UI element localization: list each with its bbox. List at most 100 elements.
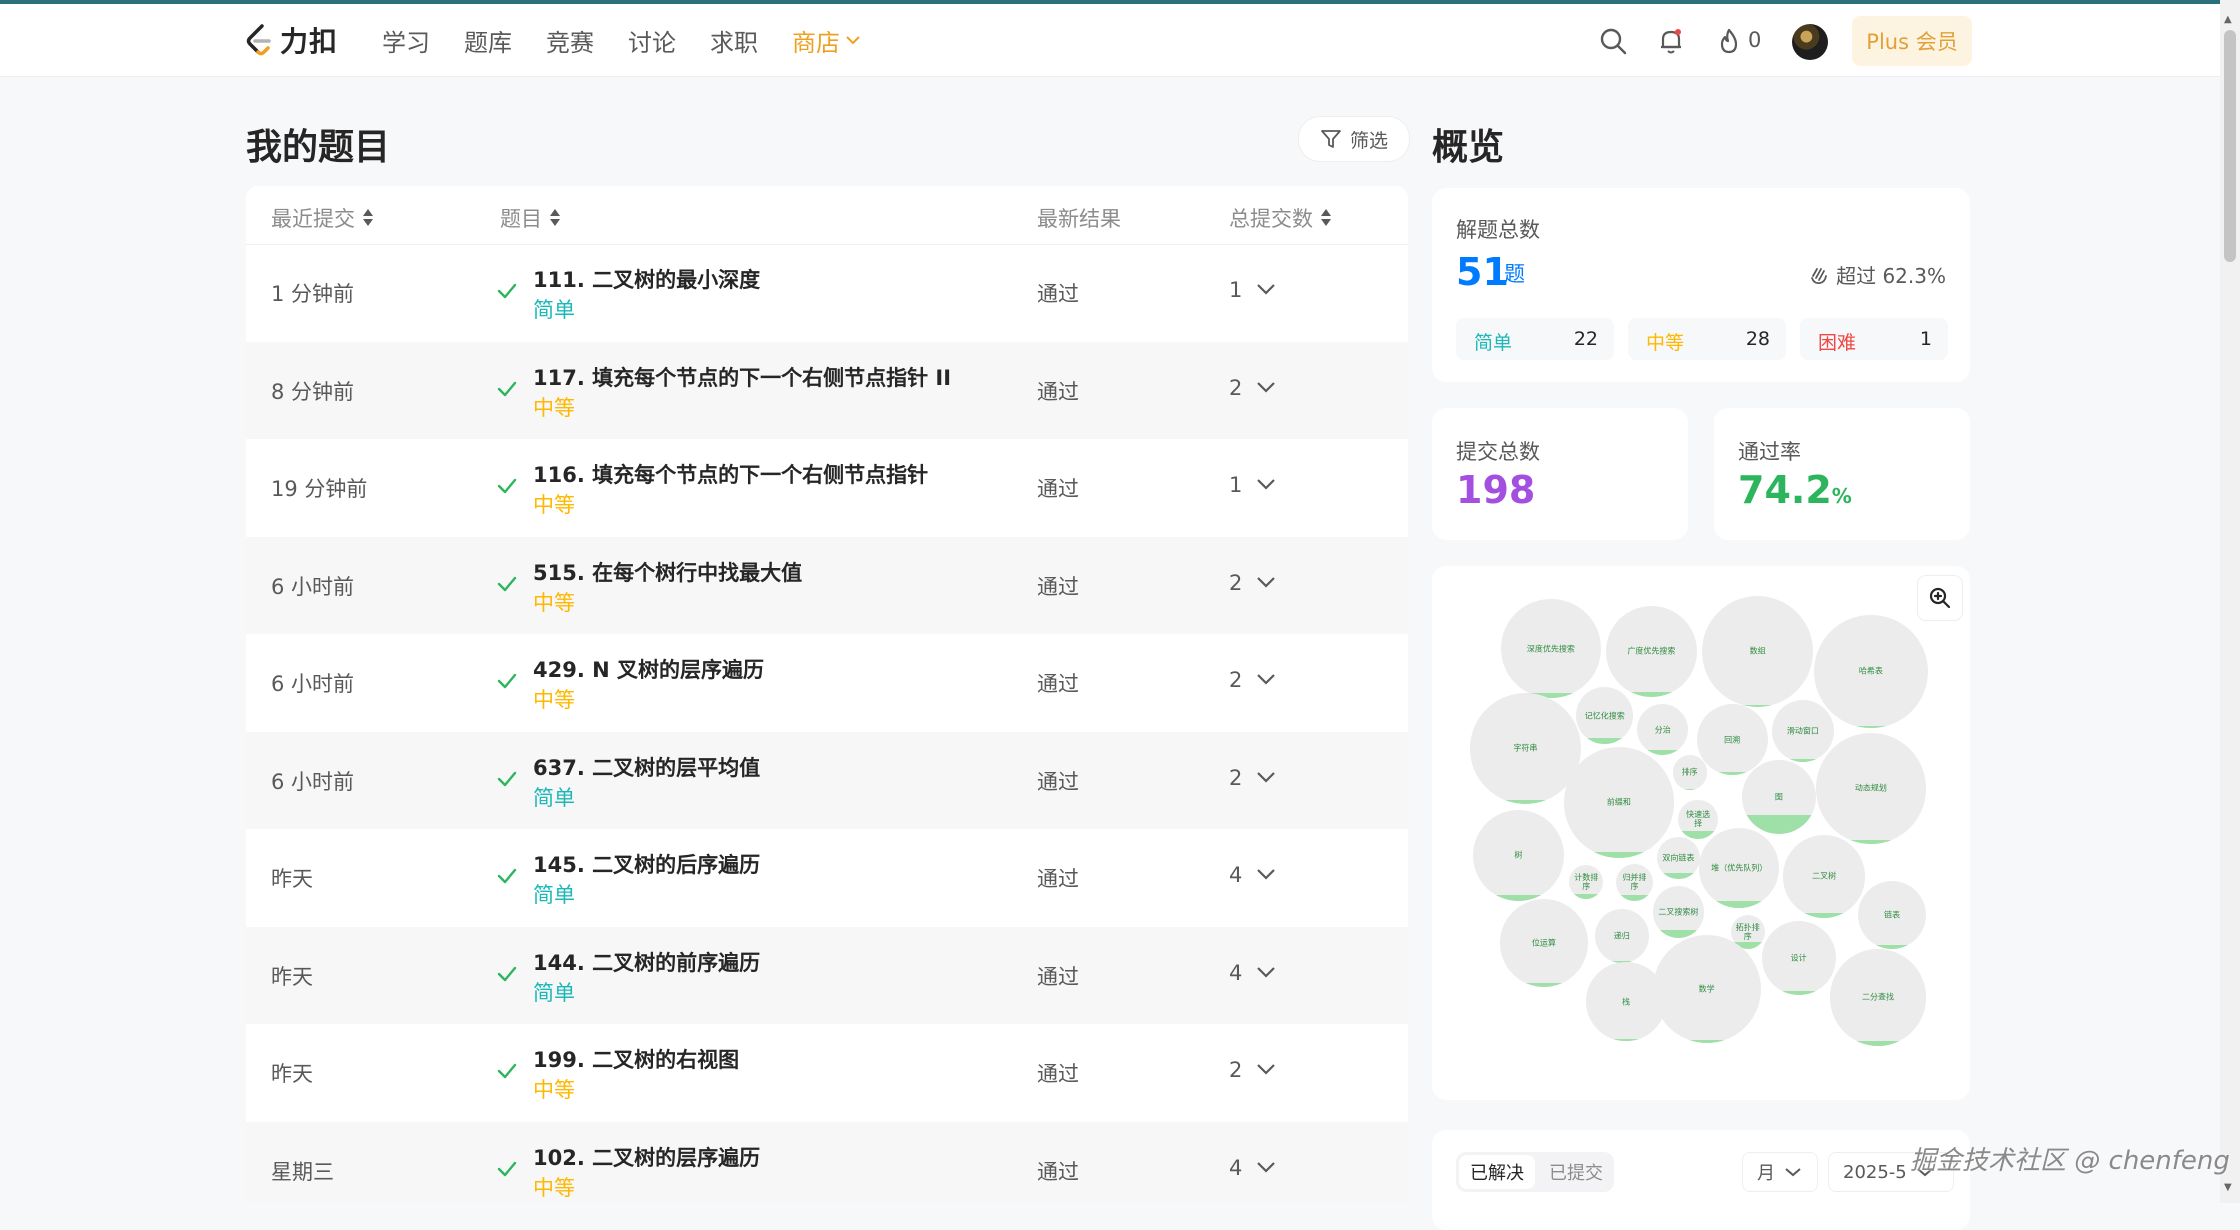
table-row[interactable]: 8 分钟前 117. 填充每个节点的下一个右侧节点指针 II 中等 通过 2 [246, 341, 1408, 439]
topic-bubble[interactable]: 数组 [1702, 596, 1813, 707]
solved-label: 解题总数 [1456, 218, 1540, 242]
nav-shop[interactable]: 商店 [792, 23, 860, 58]
filter-icon [1321, 130, 1341, 148]
problem-title-link[interactable]: 145. 二叉树的后序遍历 [533, 849, 760, 879]
topic-bubble[interactable]: 树 [1472, 809, 1564, 901]
period-select[interactable]: 月 [1742, 1152, 1818, 1192]
problem-title-link[interactable]: 116. 填充每个节点的下一个右侧节点指针 [533, 459, 928, 489]
row-result[interactable]: 通过 [1037, 1058, 1079, 1088]
row-result[interactable]: 通过 [1037, 766, 1079, 796]
chevron-down-icon[interactable] [1256, 965, 1276, 979]
topic-bubble[interactable]: 哈希表 [1814, 614, 1928, 729]
problem-title-link[interactable]: 117. 填充每个节点的下一个右侧节点指针 II [533, 362, 951, 392]
nav-contest[interactable]: 竞赛 [546, 23, 594, 58]
problem-title-link[interactable]: 429. N 叉树的层序遍历 [533, 654, 764, 684]
table-row[interactable]: 星期三 102. 二叉树的层序遍历 中等 通过 4 [246, 1121, 1408, 1203]
table-row[interactable]: 昨天 144. 二叉树的前序遍历 简单 通过 4 [246, 926, 1408, 1024]
table-row[interactable]: 6 小时前 637. 二叉树的层平均值 简单 通过 2 [246, 731, 1408, 829]
topic-bubble[interactable]: 回溯 [1696, 704, 1768, 776]
check-icon [497, 966, 517, 981]
topic-bubble[interactable]: 排序 [1672, 755, 1707, 790]
chevron-down-icon[interactable] [1256, 672, 1276, 686]
topic-bubble[interactable]: 计数排序 [1569, 865, 1604, 900]
main-nav: 学习 题库 竞赛 讨论 求职 商店 [382, 4, 894, 76]
topic-bubble[interactable]: 归并排序 [1615, 863, 1653, 901]
topic-bubble[interactable]: 快速选择 [1678, 799, 1719, 840]
topic-bubble[interactable]: 堆（优先队列） [1699, 828, 1779, 908]
problem-title-link[interactable]: 515. 在每个树行中找最大值 [533, 557, 802, 587]
table-row[interactable]: 昨天 199. 二叉树的右视图 中等 通过 2 [246, 1024, 1408, 1121]
topic-bubble[interactable]: 分治 [1637, 704, 1689, 756]
chevron-down-icon[interactable] [1256, 867, 1276, 881]
topic-bubble[interactable]: 位运算 [1499, 899, 1588, 988]
chevron-down-icon[interactable] [1256, 380, 1276, 394]
chevron-down-icon[interactable] [1256, 1160, 1276, 1174]
filter-button[interactable]: 筛选 [1298, 116, 1410, 162]
nav-problems[interactable]: 题库 [464, 23, 512, 58]
topic-bubble[interactable]: 二分查找 [1829, 949, 1927, 1046]
row-result[interactable]: 通过 [1037, 668, 1079, 698]
topic-bubble[interactable]: 字符串 [1470, 692, 1581, 804]
row-result[interactable]: 通过 [1037, 961, 1079, 991]
scrollbar-thumb[interactable] [2224, 30, 2236, 262]
zoom-in-button[interactable] [1918, 576, 1962, 620]
topic-bubble[interactable]: 数学 [1652, 934, 1761, 1043]
row-result[interactable]: 通过 [1037, 376, 1079, 406]
user-avatar[interactable] [1792, 24, 1828, 60]
row-submit-count: 4 [1229, 863, 1243, 887]
check-icon [497, 868, 517, 884]
topic-bubble[interactable]: 设计 [1761, 920, 1836, 995]
chevron-down-icon[interactable] [1256, 770, 1276, 784]
check-icon [497, 478, 517, 494]
table-row[interactable]: 昨天 145. 二叉树的后序遍历 简单 通过 4 [246, 829, 1408, 926]
chevron-down-icon[interactable] [1256, 282, 1276, 296]
topic-bubble[interactable]: 深度优先搜索 [1501, 598, 1601, 699]
plus-member-button[interactable]: Plus 会员 [1852, 16, 1972, 66]
chevron-down-icon [1785, 1168, 1801, 1177]
table-row[interactable]: 19 分钟前 116. 填充每个节点的下一个右侧节点指针 中等 通过 1 [246, 439, 1408, 536]
row-submit-count: 4 [1229, 960, 1243, 985]
row-result[interactable]: 通过 [1037, 571, 1079, 601]
table-row[interactable]: 1 分钟前 111. 二叉树的最小深度 简单 通过 1 [246, 244, 1408, 341]
row-result[interactable]: 通过 [1037, 278, 1079, 308]
topic-bubble[interactable]: 二叉搜索树 [1652, 886, 1704, 938]
topic-bubble[interactable]: 图 [1741, 759, 1816, 834]
row-result[interactable]: 通过 [1037, 1156, 1079, 1186]
chevron-down-icon[interactable] [1256, 477, 1276, 491]
table-row[interactable]: 6 小时前 429. N 叉树的层序遍历 中等 通过 2 [246, 634, 1408, 731]
topic-label: 前缀和 [1606, 797, 1631, 807]
problem-title-link[interactable]: 102. 二叉树的层序遍历 [533, 1142, 760, 1172]
nav-jobs[interactable]: 求职 [710, 23, 758, 58]
topic-bubble[interactable]: 链表 [1858, 880, 1927, 949]
topic-bubble[interactable]: 广度优先搜索 [1606, 606, 1697, 697]
tab-submitted[interactable]: 已提交 [1540, 1155, 1612, 1189]
scroll-up-arrow-icon[interactable]: ▲ [2224, 14, 2232, 25]
col-problem[interactable]: 题目 [500, 203, 560, 233]
nav-discuss[interactable]: 讨论 [628, 23, 676, 58]
problem-title-link[interactable]: 637. 二叉树的层平均值 [533, 752, 760, 782]
col-recent-submit[interactable]: 最近提交 [271, 203, 373, 233]
flame-icon[interactable] [1714, 26, 1744, 56]
tab-solved[interactable]: 已解决 [1459, 1155, 1535, 1189]
topic-bubble[interactable]: 滑动窗口 [1771, 699, 1835, 763]
bell-icon[interactable] [1656, 26, 1686, 56]
brand-logo[interactable]: 力扣 [244, 22, 338, 58]
topic-bubble[interactable]: 前缀和 [1563, 747, 1675, 858]
problem-title-link[interactable]: 111. 二叉树的最小深度 [533, 264, 760, 294]
col-total-submits[interactable]: 总提交数 [1229, 203, 1331, 233]
search-icon[interactable] [1598, 26, 1628, 56]
row-result[interactable]: 通过 [1037, 863, 1079, 893]
problem-title-link[interactable]: 199. 二叉树的右视图 [533, 1044, 739, 1074]
chevron-down-icon[interactable] [1256, 575, 1276, 589]
topic-bubble[interactable]: 记忆化搜索 [1576, 687, 1634, 744]
topic-bubble[interactable]: 动态规划 [1815, 732, 1927, 844]
problem-title-link[interactable]: 144. 二叉树的前序遍历 [533, 947, 760, 977]
row-result[interactable]: 通过 [1037, 473, 1079, 503]
topic-bubble[interactable]: 二叉树 [1782, 835, 1866, 918]
nav-learn[interactable]: 学习 [382, 23, 430, 58]
scroll-down-arrow-icon[interactable]: ▼ [2224, 1182, 2232, 1193]
topic-bubble[interactable]: 双向链表 [1657, 836, 1700, 880]
table-row[interactable]: 6 小时前 515. 在每个树行中找最大值 中等 通过 2 [246, 536, 1408, 634]
chevron-down-icon[interactable] [1256, 1062, 1276, 1076]
topic-bubble[interactable]: 递归 [1594, 909, 1649, 964]
